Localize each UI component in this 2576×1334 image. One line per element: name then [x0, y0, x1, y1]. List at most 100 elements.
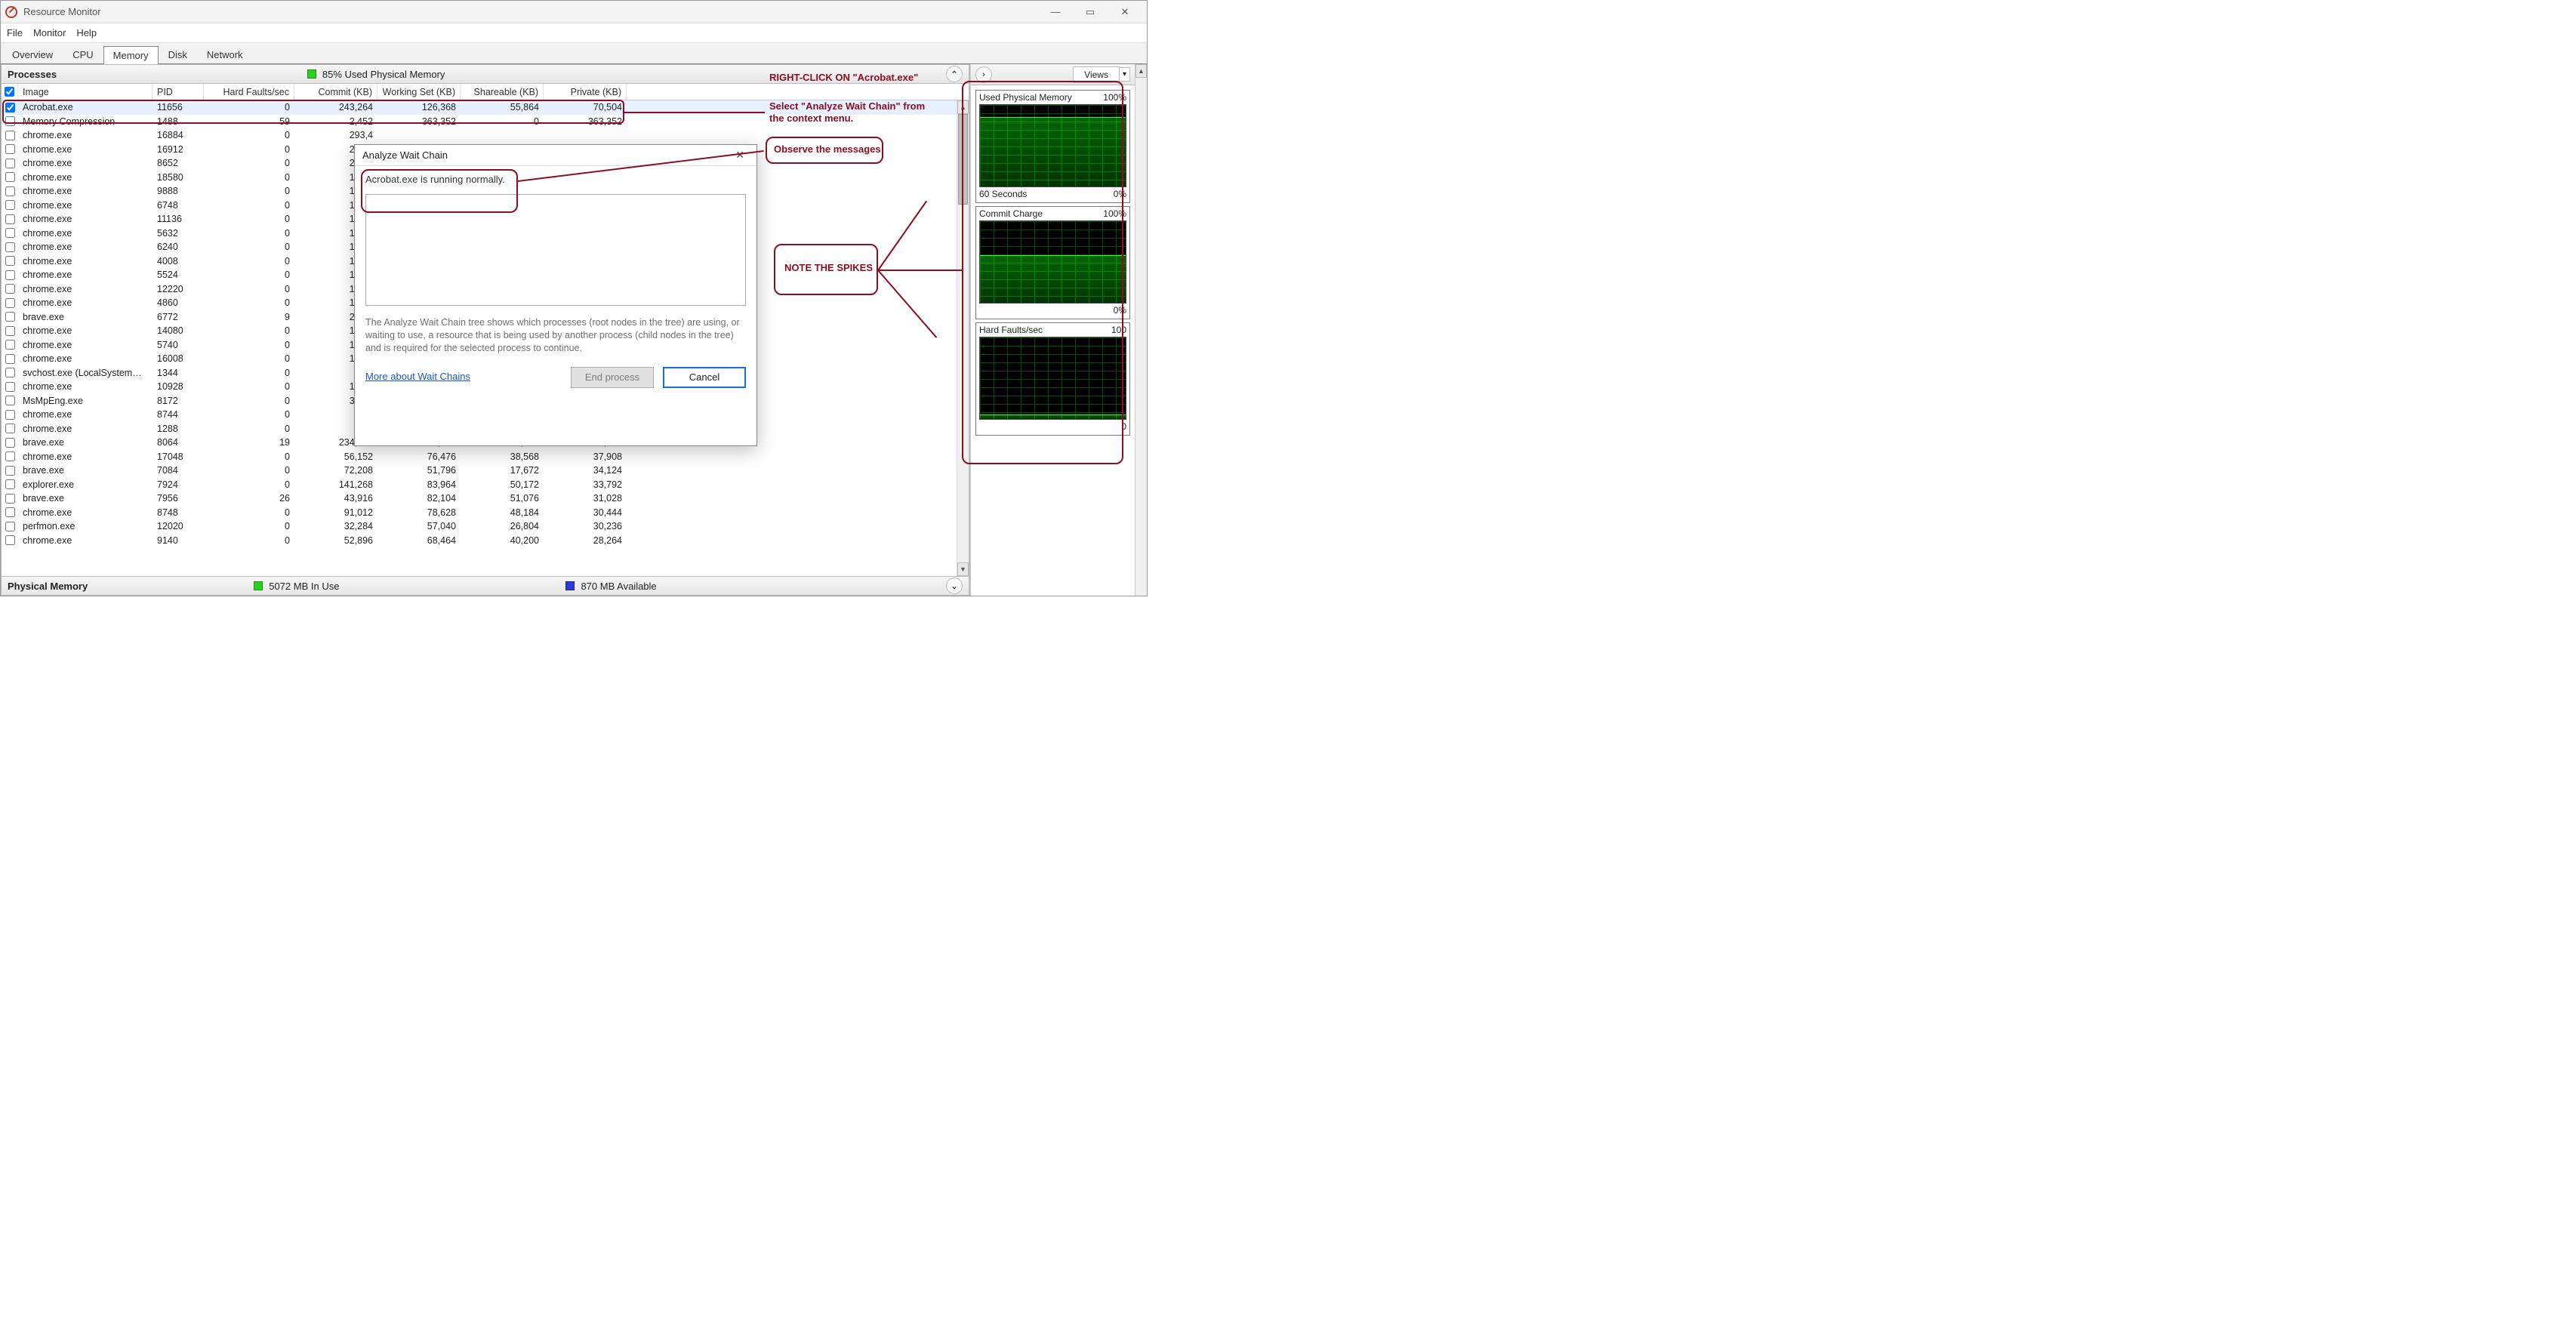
row-checkbox[interactable] [5, 494, 15, 504]
row-checkbox[interactable] [5, 214, 15, 224]
tab-disk[interactable]: Disk [159, 45, 197, 63]
cell-pid: 12020 [153, 521, 204, 531]
row-checkbox[interactable] [5, 535, 15, 545]
row-checkbox[interactable] [5, 466, 15, 476]
row-checkbox[interactable] [5, 312, 15, 322]
close-button[interactable]: ✕ [1108, 1, 1142, 23]
cell-hardfaults: 0 [204, 256, 294, 266]
table-row[interactable]: Memory Compression1488592,452363,3520363… [2, 115, 957, 129]
col-shareable[interactable]: Shareable (KB) [461, 84, 544, 100]
table-row[interactable]: brave.exe7084072,20851,79617,67234,124 [2, 464, 957, 478]
row-checkbox[interactable] [5, 396, 15, 405]
col-pid[interactable]: PID [153, 84, 204, 100]
cell-image: chrome.exe [18, 172, 153, 183]
table-row[interactable]: chrome.exe17048056,15276,47638,56837,908 [2, 450, 957, 464]
row-checkbox[interactable] [5, 256, 15, 266]
expand-physmem-button[interactable]: ⌄ [946, 578, 963, 594]
row-checkbox[interactable] [5, 479, 15, 489]
views-label[interactable]: Views [1073, 66, 1120, 83]
end-process-button[interactable]: End process [571, 367, 654, 388]
cell-commit: 2,452 [294, 116, 377, 127]
table-row[interactable]: chrome.exe9140052,89668,46440,20028,264 [2, 534, 957, 548]
collapse-processes-button[interactable]: ⌃ [946, 66, 963, 82]
cell-shareable: 17,672 [461, 465, 544, 476]
menu-file[interactable]: File [7, 27, 23, 39]
row-checkbox[interactable] [5, 131, 15, 140]
row-checkbox[interactable] [5, 451, 15, 461]
dialog-tree-list[interactable] [365, 194, 746, 306]
menu-help[interactable]: Help [76, 27, 97, 39]
col-commit[interactable]: Commit (KB) [294, 84, 377, 100]
col-private[interactable]: Private (KB) [544, 84, 627, 100]
row-checkbox[interactable] [5, 284, 15, 294]
row-checkbox[interactable] [5, 326, 15, 336]
row-checkbox[interactable] [5, 298, 15, 308]
row-checkbox[interactable] [5, 103, 15, 112]
cell-pid: 6240 [153, 242, 204, 252]
table-row[interactable]: perfmon.exe12020032,28457,04026,80430,23… [2, 519, 957, 534]
views-dropdown[interactable]: Views ▾ [1073, 66, 1130, 83]
col-image[interactable]: Image [18, 84, 153, 100]
row-checkbox[interactable] [5, 507, 15, 517]
dialog-close-button[interactable]: ✕ [731, 147, 749, 163]
processes-header[interactable]: Processes 85% Used Physical Memory ⌃ [1, 64, 969, 84]
header-checkbox[interactable] [5, 87, 14, 97]
row-checkbox[interactable] [5, 228, 15, 238]
tab-memory[interactable]: Memory [103, 46, 159, 64]
row-checkbox[interactable] [5, 186, 15, 196]
cancel-button[interactable]: Cancel [663, 367, 746, 388]
dialog-title: Analyze Wait Chain [362, 149, 448, 161]
cell-image: chrome.exe [18, 507, 153, 518]
row-checkbox[interactable] [5, 438, 15, 448]
views-chevron-icon[interactable]: ▾ [1120, 67, 1130, 82]
scroll-down-button[interactable]: ▼ [957, 562, 969, 576]
row-checkbox[interactable] [5, 424, 15, 433]
row-checkbox[interactable] [5, 116, 15, 126]
row-checkbox[interactable] [5, 340, 15, 350]
tab-network[interactable]: Network [197, 45, 253, 63]
row-checkbox[interactable] [5, 368, 15, 377]
table-row[interactable]: chrome.exe8748091,01278,62848,18430,444 [2, 506, 957, 520]
row-checkbox[interactable] [5, 354, 15, 364]
more-about-wait-chains-link[interactable]: More about Wait Chains [365, 371, 470, 382]
chart-title: Used Physical Memory [979, 92, 1072, 103]
cell-image: chrome.exe [18, 340, 153, 350]
row-checkbox[interactable] [5, 522, 15, 531]
tab-overview[interactable]: Overview [2, 45, 63, 63]
cell-image: chrome.exe [18, 256, 153, 266]
table-row[interactable]: Acrobat.exe116560243,264126,36855,86470,… [2, 100, 957, 115]
collapse-right-pane-button[interactable]: › [975, 66, 992, 83]
inuse-swatch-icon [254, 581, 263, 590]
scroll-up-button[interactable]: ▲ [957, 100, 969, 114]
outer-scroll-up-button[interactable]: ▲ [1135, 64, 1147, 78]
col-workingset[interactable]: Working Set (KB) [377, 84, 461, 100]
tab-cpu[interactable]: CPU [63, 45, 103, 63]
physical-memory-header[interactable]: Physical Memory 5072 MB In Use 870 MB Av… [1, 576, 969, 596]
row-checkbox[interactable] [5, 382, 15, 392]
scroll-thumb[interactable] [958, 114, 968, 205]
cell-workingset: 68,464 [377, 535, 461, 546]
col-hardfaults[interactable]: Hard Faults/sec [204, 84, 294, 100]
row-checkbox[interactable] [5, 159, 15, 168]
row-checkbox[interactable] [5, 270, 15, 280]
minimize-button[interactable]: — [1038, 1, 1073, 23]
table-row[interactable]: chrome.exe168840293,4 [2, 128, 957, 143]
row-checkbox[interactable] [5, 200, 15, 210]
table-row[interactable]: explorer.exe79240141,26883,96450,17233,7… [2, 478, 957, 492]
physmem-avail: 870 MB Available [581, 581, 656, 592]
col-check[interactable] [2, 84, 18, 100]
cell-image: brave.exe [18, 437, 153, 448]
menu-monitor[interactable]: Monitor [33, 27, 66, 39]
row-checkbox[interactable] [5, 144, 15, 154]
row-checkbox[interactable] [5, 242, 15, 252]
outer-scrollbar[interactable]: ▲ [1135, 64, 1147, 596]
chart: Used Physical Memory100%60 Seconds0% [975, 90, 1130, 203]
cell-image: chrome.exe [18, 381, 153, 392]
table-row[interactable]: brave.exe79562643,91682,10451,07631,028 [2, 491, 957, 506]
row-checkbox[interactable] [5, 172, 15, 182]
cell-image: chrome.exe [18, 186, 153, 196]
chart-max: 100% [1103, 92, 1126, 103]
row-checkbox[interactable] [5, 410, 15, 420]
maximize-button[interactable]: ▭ [1073, 1, 1108, 23]
vertical-scrollbar[interactable]: ▲ ▼ [957, 100, 969, 576]
